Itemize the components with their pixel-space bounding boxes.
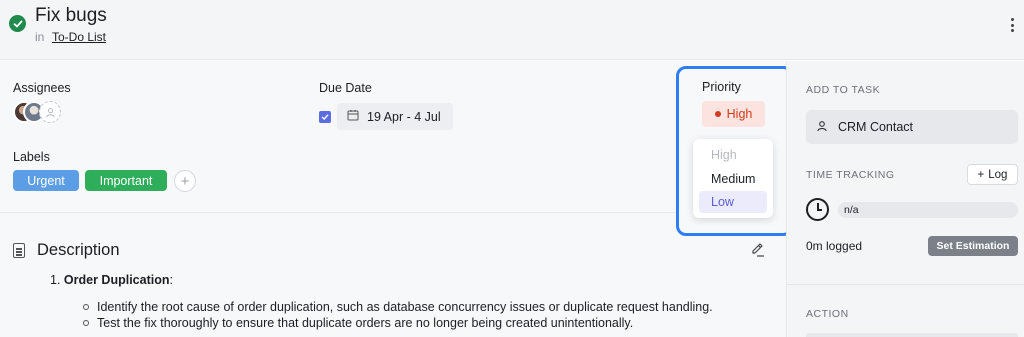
log-button-label: Log xyxy=(988,168,1008,181)
add-assignee-icon[interactable] xyxy=(39,101,61,123)
due-date-label: Due Date xyxy=(319,81,372,95)
bullet-text: Identify the root cause of order duplica… xyxy=(97,300,713,314)
priority-option-medium[interactable]: Medium xyxy=(699,168,767,190)
description-item-heading: 1. Order Duplication: xyxy=(50,273,173,287)
priority-dropdown: High Medium Low xyxy=(693,139,773,218)
set-estimation-button[interactable]: Set Estimation xyxy=(928,236,1018,256)
clock-icon[interactable] xyxy=(806,198,829,221)
add-label-icon[interactable]: + xyxy=(174,170,196,192)
priority-option-high[interactable]: High xyxy=(699,144,767,166)
sidebar-divider xyxy=(786,284,1024,285)
list-item: Test the fix thoroughly to ensure that d… xyxy=(83,316,633,330)
list-link[interactable]: To-Do List xyxy=(52,30,106,44)
more-options-icon[interactable] xyxy=(1008,16,1016,34)
item-suffix: : xyxy=(169,273,173,287)
bullet-text: Test the fix thoroughly to ensure that d… xyxy=(97,316,634,330)
priority-dot-icon xyxy=(714,111,721,117)
plus-icon: + xyxy=(977,168,985,181)
labels-label: Labels xyxy=(13,150,50,164)
task-title[interactable]: Fix bugs xyxy=(35,5,107,27)
priority-select[interactable]: High xyxy=(702,101,765,127)
time-tracking-heading: TIME TRACKING xyxy=(806,169,895,181)
item-number: 1. xyxy=(50,273,61,287)
assignees-label: Assignees xyxy=(13,81,71,95)
tag-urgent[interactable]: Urgent xyxy=(13,170,79,191)
description-title: Description xyxy=(37,241,120,259)
action-field[interactable] xyxy=(806,333,1018,337)
crm-contact-button[interactable]: CRM Contact xyxy=(806,110,1018,144)
log-time-button[interactable]: + Log xyxy=(967,164,1018,185)
priority-label: Priority xyxy=(702,80,741,94)
document-icon xyxy=(13,243,25,258)
status-complete-icon[interactable] xyxy=(9,15,26,32)
user-icon xyxy=(816,120,828,135)
task-header: Fix bugs in To-Do List xyxy=(0,0,1024,60)
add-to-task-heading: ADD TO TASK xyxy=(806,84,881,96)
due-date-picker[interactable]: 19 Apr - 4 Jul xyxy=(337,103,453,130)
due-date-value: 19 Apr - 4 Jul xyxy=(367,109,441,124)
edit-icon[interactable] xyxy=(749,240,767,258)
tag-important[interactable]: Important xyxy=(85,170,167,191)
list-prefix: in xyxy=(35,30,45,44)
priority-option-low[interactable]: Low xyxy=(699,191,767,213)
action-heading: ACTION xyxy=(806,308,849,320)
crm-contact-label: CRM Contact xyxy=(838,120,914,134)
list-item: Identify the root cause of order duplica… xyxy=(83,300,713,314)
time-tracked-value: n/a xyxy=(838,202,1018,218)
due-date-checkbox[interactable] xyxy=(319,111,331,123)
priority-current: High xyxy=(726,107,753,121)
item-title: Order Duplication xyxy=(63,273,170,287)
logged-time: 0m logged xyxy=(806,239,863,253)
calendar-icon xyxy=(347,109,359,124)
